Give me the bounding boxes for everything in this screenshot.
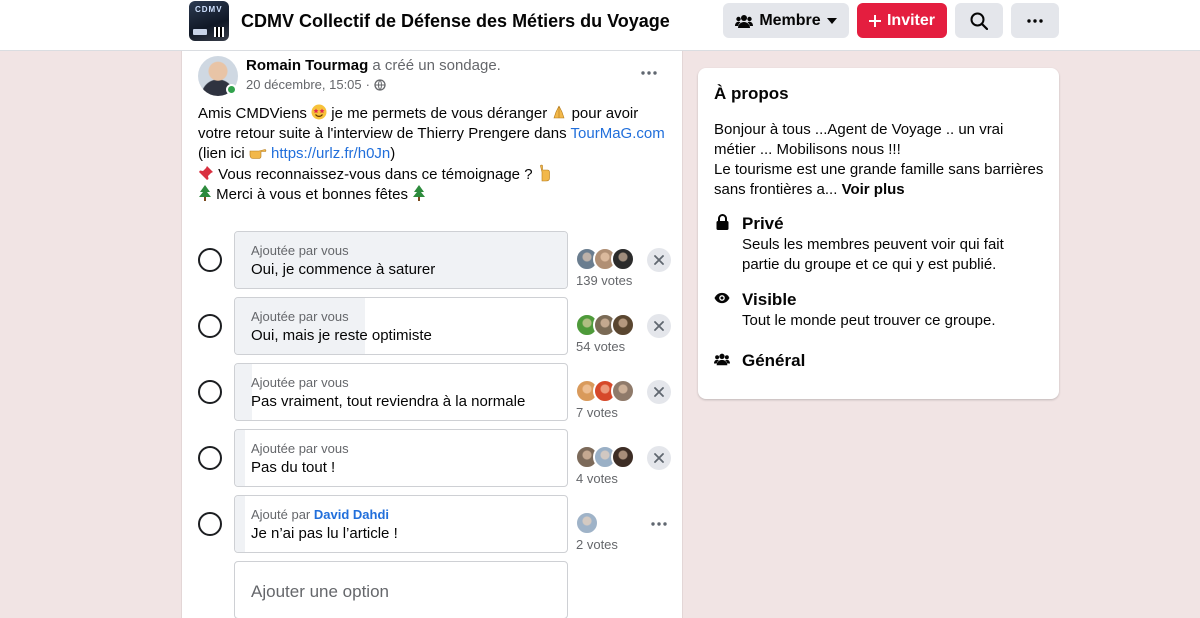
about-title: À propos (714, 84, 789, 103)
about-card: À propos Bonjour à tous ...Agent de Voya… (698, 68, 1059, 399)
lock-icon (714, 214, 730, 230)
poll-option-text: Oui, je commence à saturer (251, 261, 436, 278)
privacy-title: Privé (742, 214, 784, 233)
christmas-tree-emoji-icon (412, 185, 426, 205)
close-icon (654, 453, 664, 463)
voter-avatar[interactable] (611, 247, 635, 271)
post-action-text: a créé un sondage. (372, 57, 501, 74)
poll-option-added-by: Ajoutée par vous (251, 375, 349, 390)
close-icon (654, 255, 664, 265)
poll-option-radio[interactable] (198, 512, 222, 536)
post-timestamp[interactable]: 20 décembre, 15:05 (246, 77, 362, 92)
poll-option-author-link[interactable]: David Dahdi (314, 507, 389, 522)
close-icon (654, 387, 664, 397)
group-thumb-label: CDMV (195, 5, 223, 14)
voter-avatar[interactable] (611, 379, 635, 403)
pointing-right-emoji-icon (249, 144, 267, 164)
poll-option-voters[interactable] (575, 313, 635, 337)
poll-option-vote-count[interactable]: 139 votes (576, 273, 632, 288)
group-header: CDMV CDMV Collectif de Défense des Métie… (0, 0, 1200, 51)
remove-option-button[interactable] (647, 248, 671, 272)
group-cover-thumbnail[interactable]: CDMV (189, 1, 229, 41)
short-url-link[interactable]: https://urlz.fr/h0Jn (271, 145, 390, 162)
poll-option[interactable]: Ajoutée par vous Pas du tout ! (234, 429, 568, 487)
poll-option-text: Oui, mais je reste optimiste (251, 327, 432, 344)
poll-option-vote-bar (235, 232, 567, 288)
voter-avatar[interactable] (611, 313, 635, 337)
poll-option-text: Pas vraiment, tout reviendra à la normal… (251, 393, 526, 410)
poll-option[interactable]: Ajoutée par vous Oui, mais je reste optim… (234, 297, 568, 355)
group-title[interactable]: CDMV Collectif de Défense des Métiers du… (241, 10, 670, 32)
poll-option-vote-bar (235, 364, 252, 420)
poll-option-vote-count[interactable]: 7 votes (576, 405, 618, 420)
poll-option-vote-count[interactable]: 4 votes (576, 471, 618, 486)
voter-avatar[interactable] (611, 445, 635, 469)
visibility-description: Tout le monde peut trouver ce groupe. (742, 312, 996, 329)
poll-option-vote-count[interactable]: 54 votes (576, 339, 625, 354)
poll-option-text: Pas du tout ! (251, 459, 336, 476)
poll-option-radio[interactable] (198, 380, 222, 404)
pointing-down-emoji-icon (537, 164, 551, 185)
star-struck-emoji-icon (311, 104, 327, 124)
visibility-title: Visible (742, 290, 797, 309)
plus-icon (868, 14, 881, 27)
qr-code-icon (214, 27, 224, 37)
see-more-link[interactable]: Voir plus (842, 181, 905, 198)
poll-option-vote-bar (235, 430, 245, 486)
more-options-button[interactable] (1011, 3, 1059, 38)
remove-option-button[interactable] (647, 314, 671, 338)
poll-option-voters[interactable] (575, 379, 635, 403)
add-option-input[interactable]: Ajouter une option (234, 561, 568, 618)
online-status-dot (226, 84, 237, 95)
globe-icon (374, 78, 386, 91)
eye-icon (714, 290, 730, 306)
more-horizontal-icon (651, 522, 667, 526)
member-button-label: Membre (759, 11, 821, 29)
post-menu-button[interactable] (632, 61, 666, 85)
folded-hands-emoji-icon (551, 104, 567, 124)
category-title: Général (742, 351, 806, 370)
privacy-description: Seuls les membres peuvent voir qui fait … (742, 236, 1004, 273)
poll-option-vote-bar (235, 298, 365, 354)
poll-option-added-by: Ajouté par David Dahdi (251, 507, 390, 522)
more-horizontal-icon (641, 71, 657, 75)
members-icon (714, 351, 730, 367)
poll-option-added-by: Ajoutée par vous (251, 243, 349, 258)
close-icon (654, 321, 664, 331)
invite-button[interactable]: Inviter (857, 3, 947, 38)
poll-option-added-by: Ajoutée par vous (251, 441, 349, 456)
search-icon (970, 12, 988, 30)
poll-option-vote-bar (235, 496, 245, 552)
poll-option-voters[interactable] (575, 511, 599, 535)
search-button[interactable] (955, 3, 1003, 38)
invite-button-label: Inviter (886, 11, 935, 29)
members-icon (735, 14, 754, 28)
voter-avatar[interactable] (575, 511, 599, 535)
poll-option[interactable]: Ajouté par David Dahdi Je n’ai pas lu l’a… (234, 495, 568, 553)
post-body: Amis CMDViens je me permets de vous déra… (198, 104, 665, 205)
tourmag-link[interactable]: TourMaG.com (571, 125, 665, 142)
about-description: Bonjour à tous ...Agent de Voyage .. un … (714, 121, 1044, 198)
pushpin-emoji-icon (198, 165, 214, 185)
poll-option-voters[interactable] (575, 247, 635, 271)
post-author-name[interactable]: Romain Tourmag (246, 57, 368, 74)
poll-option[interactable]: Ajoutée par vous Oui, je commence à satur… (234, 231, 568, 289)
poll-option-voters[interactable] (575, 445, 635, 469)
poll-option-added-by: Ajoutée par vous (251, 309, 349, 324)
poll-option-radio[interactable] (198, 248, 222, 272)
poll-option-menu-button[interactable] (647, 512, 671, 536)
remove-option-button[interactable] (647, 380, 671, 404)
member-button[interactable]: Membre (723, 3, 849, 38)
christmas-tree-emoji-icon (198, 185, 212, 205)
poll-option[interactable]: Ajoutée par vous Pas vraiment, tout revie… (234, 363, 568, 421)
poll-post: Romain Tourmag a créé un sondage. 20 déc… (181, 51, 683, 618)
poll-option-vote-count[interactable]: 2 votes (576, 537, 618, 552)
more-horizontal-icon (1027, 18, 1043, 23)
caret-down-icon (826, 17, 837, 24)
poll-option-radio[interactable] (198, 446, 222, 470)
remove-option-button[interactable] (647, 446, 671, 470)
poll-option-text: Je n’ai pas lu l’article ! (251, 525, 398, 542)
poll-option-radio[interactable] (198, 314, 222, 338)
